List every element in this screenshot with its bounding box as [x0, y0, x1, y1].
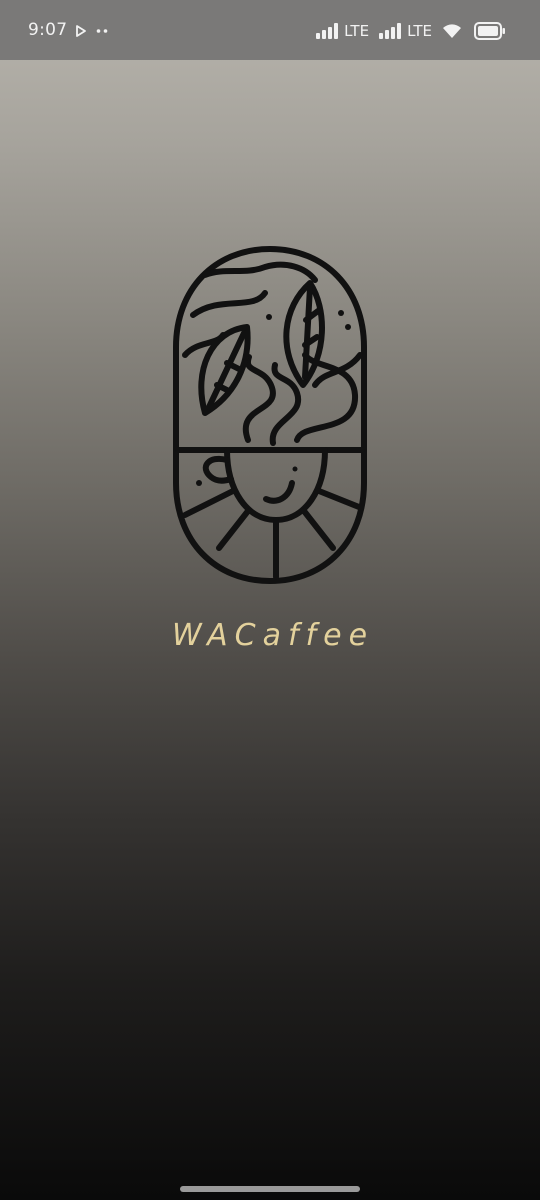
battery-icon — [474, 22, 505, 40]
more-notifications-dots-icon — [96, 29, 108, 33]
status-notification-icons — [76, 22, 108, 40]
coffee-cup-icon — [224, 447, 328, 523]
status-time: 9:07 — [28, 20, 68, 40]
status-system-icons: LTE LTE — [316, 19, 506, 43]
status-bar: 9:07 LTE LTE — [0, 0, 540, 60]
wifi-icon — [443, 24, 461, 38]
coffee-cup-with-leaves-logo — [173, 246, 367, 584]
play-store-notification-icon — [76, 25, 86, 37]
home-indicator[interactable] — [180, 1186, 360, 1192]
brand-name: WACaffee — [171, 618, 375, 653]
network-type-label: LTE — [407, 22, 432, 40]
network-type-label: LTE — [344, 22, 370, 40]
signal-icon — [316, 23, 339, 39]
signal-icon — [379, 23, 402, 39]
